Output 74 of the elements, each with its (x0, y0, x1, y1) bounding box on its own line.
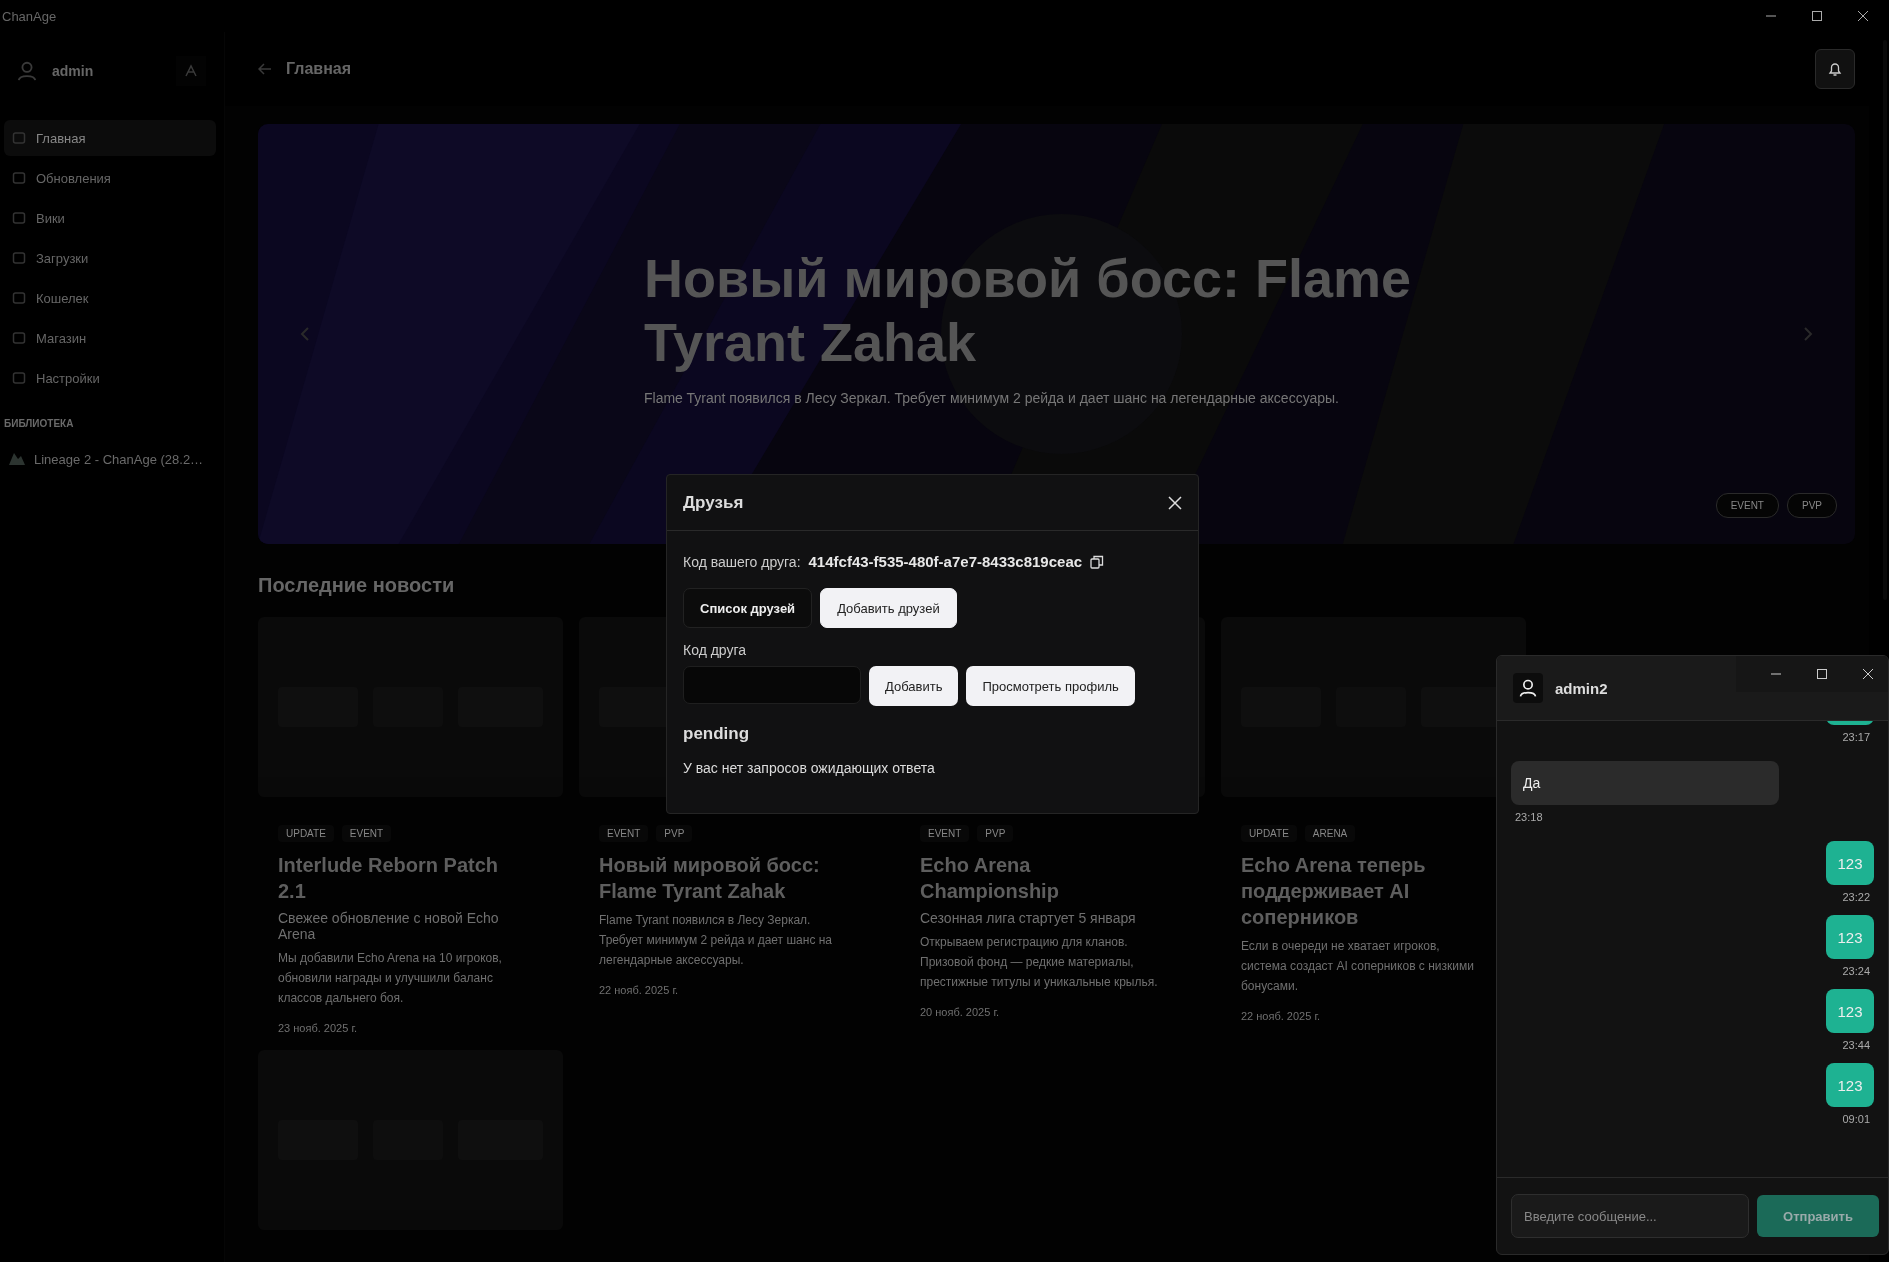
message-time: 23:44 (1841, 1039, 1871, 1051)
card-description: Мы добавили Echo Arena на 10 игроков, обновили награды и улучшили баланс классов дальнего боя. (278, 950, 503, 1007)
friend-code-field[interactable] (683, 666, 861, 704)
card-subtitle: Свежее обновление с новой Echo Arena (278, 910, 500, 942)
letter-a-icon (184, 64, 198, 78)
nav-item[interactable]: Кошелек (4, 280, 216, 316)
card-date: 20 нояб. 2025 г. (919, 1005, 1001, 1018)
tag: ARENA (1304, 825, 1356, 842)
nav-item[interactable]: Главная (4, 120, 216, 156)
card-date: 22 нояб. 2025 г. (598, 983, 680, 996)
empty-message: У вас нет запросов ожидающих ответа (683, 760, 936, 776)
user-name: admin (52, 63, 95, 79)
tag: EVENT (920, 825, 970, 842)
card-title[interactable]: Новый мировой босс: Flame Tyrant Zahak (599, 852, 844, 904)
section-heading: pending (683, 724, 751, 744)
card-subtitle: Сезонная лига стартует 5 января (920, 910, 1137, 926)
notifications-button[interactable] (1815, 49, 1855, 89)
nav-item[interactable]: Загрузки (4, 240, 216, 276)
message-time: 23:17 (1841, 731, 1871, 743)
message-bubble: Да (1511, 761, 1779, 805)
tag: UPDATE (1241, 825, 1297, 842)
card-date: 23 нояб. 2025 г. (277, 1021, 359, 1034)
code-label: Код вашего друга: (683, 553, 801, 570)
nav-item[interactable]: Обновления (4, 160, 216, 196)
card-date: 22 нояб. 2025 г. (1240, 1009, 1322, 1022)
message-time: 23:24 (1841, 965, 1871, 977)
tag: EVENT (341, 825, 392, 842)
banner-description: Flame Tyrant появился в Лесу Зеркал. Требует минимум 2 рейда и дает шанс на легендарные аксессуары. (644, 389, 1340, 408)
friend-code: 414fcf43-f535-480f-a7e7-8433c819ceac (808, 553, 1083, 570)
card-title[interactable]: Interlude Reborn Patch 2.1 (278, 852, 523, 904)
field-label: Код друга (683, 642, 748, 658)
user-icon (16, 60, 38, 82)
message-bubble: 123 (1826, 915, 1874, 959)
chat-user-name: admin2 (1555, 679, 1608, 697)
maximize-icon[interactable] (1816, 668, 1828, 680)
message-field[interactable]: Введите сообщение... (1511, 1194, 1749, 1238)
message-bubble: 123 (1826, 989, 1874, 1033)
nav-item[interactable]: Вики (4, 200, 216, 236)
bell-icon (1827, 61, 1843, 77)
tab[interactable]: Список друзей (683, 588, 813, 628)
message-time: 23:22 (1841, 891, 1871, 903)
add-button[interactable]: Добавить (869, 666, 959, 706)
user-avatar-icon (1513, 673, 1543, 703)
tag: EVENT (599, 825, 649, 842)
view-profile-button[interactable]: Просмотреть профиль (966, 666, 1135, 706)
close-icon[interactable] (1857, 10, 1869, 22)
dialog-title: Друзья (683, 492, 744, 513)
message-bubble: 123 (1826, 1063, 1874, 1107)
card-description: Если в очереди не хватает игроков, система создаст AI соперников с низкими бонусами. (1241, 938, 1475, 995)
section-heading: БИБЛИОТЕКА (4, 418, 75, 429)
maximize-icon[interactable] (1811, 10, 1823, 22)
tag: PVP (977, 825, 1014, 842)
app-title: ChanAge (2, 8, 57, 24)
copy-icon[interactable] (1090, 554, 1105, 569)
message-time: 23:18 (1514, 811, 1544, 823)
card-description: Открываем регистрацию для кланов. Призовой фонд — редкие материалы, престижные титулы и уникальные крылья. (920, 934, 1159, 991)
tag: PVP (656, 825, 693, 842)
nav-item[interactable]: Магазин (4, 320, 216, 356)
tab[interactable]: Добавить друзей (820, 588, 957, 628)
message-bubble: 123 (1826, 841, 1874, 885)
message-time: 09:01 (1841, 1113, 1871, 1125)
page-title: Главная (286, 60, 353, 78)
card-title[interactable]: Echo Arena теперь поддерживает AI соперников (1241, 852, 1486, 930)
section-title: Последние новости (258, 574, 456, 597)
library-item[interactable]: Lineage 2 - ChanAge (28.2… (4, 433, 216, 485)
send-button[interactable]: Отправить (1757, 1195, 1879, 1237)
card-description: Flame Tyrant появился в Лесу Зеркал. Требует минимум 2 рейда и дает шанс на легендарные аксессуары. (599, 912, 833, 969)
banner-title: Новый мировой босс: Flame Tyrant Zahak (644, 247, 1413, 374)
card-title[interactable]: Echo Arena Championship (920, 852, 1165, 904)
close-icon[interactable] (1862, 668, 1874, 680)
nav-item[interactable]: Настройки (4, 360, 216, 396)
tag: EVENT (1715, 493, 1779, 518)
tag: UPDATE (278, 825, 334, 842)
game-icon (8, 451, 26, 467)
